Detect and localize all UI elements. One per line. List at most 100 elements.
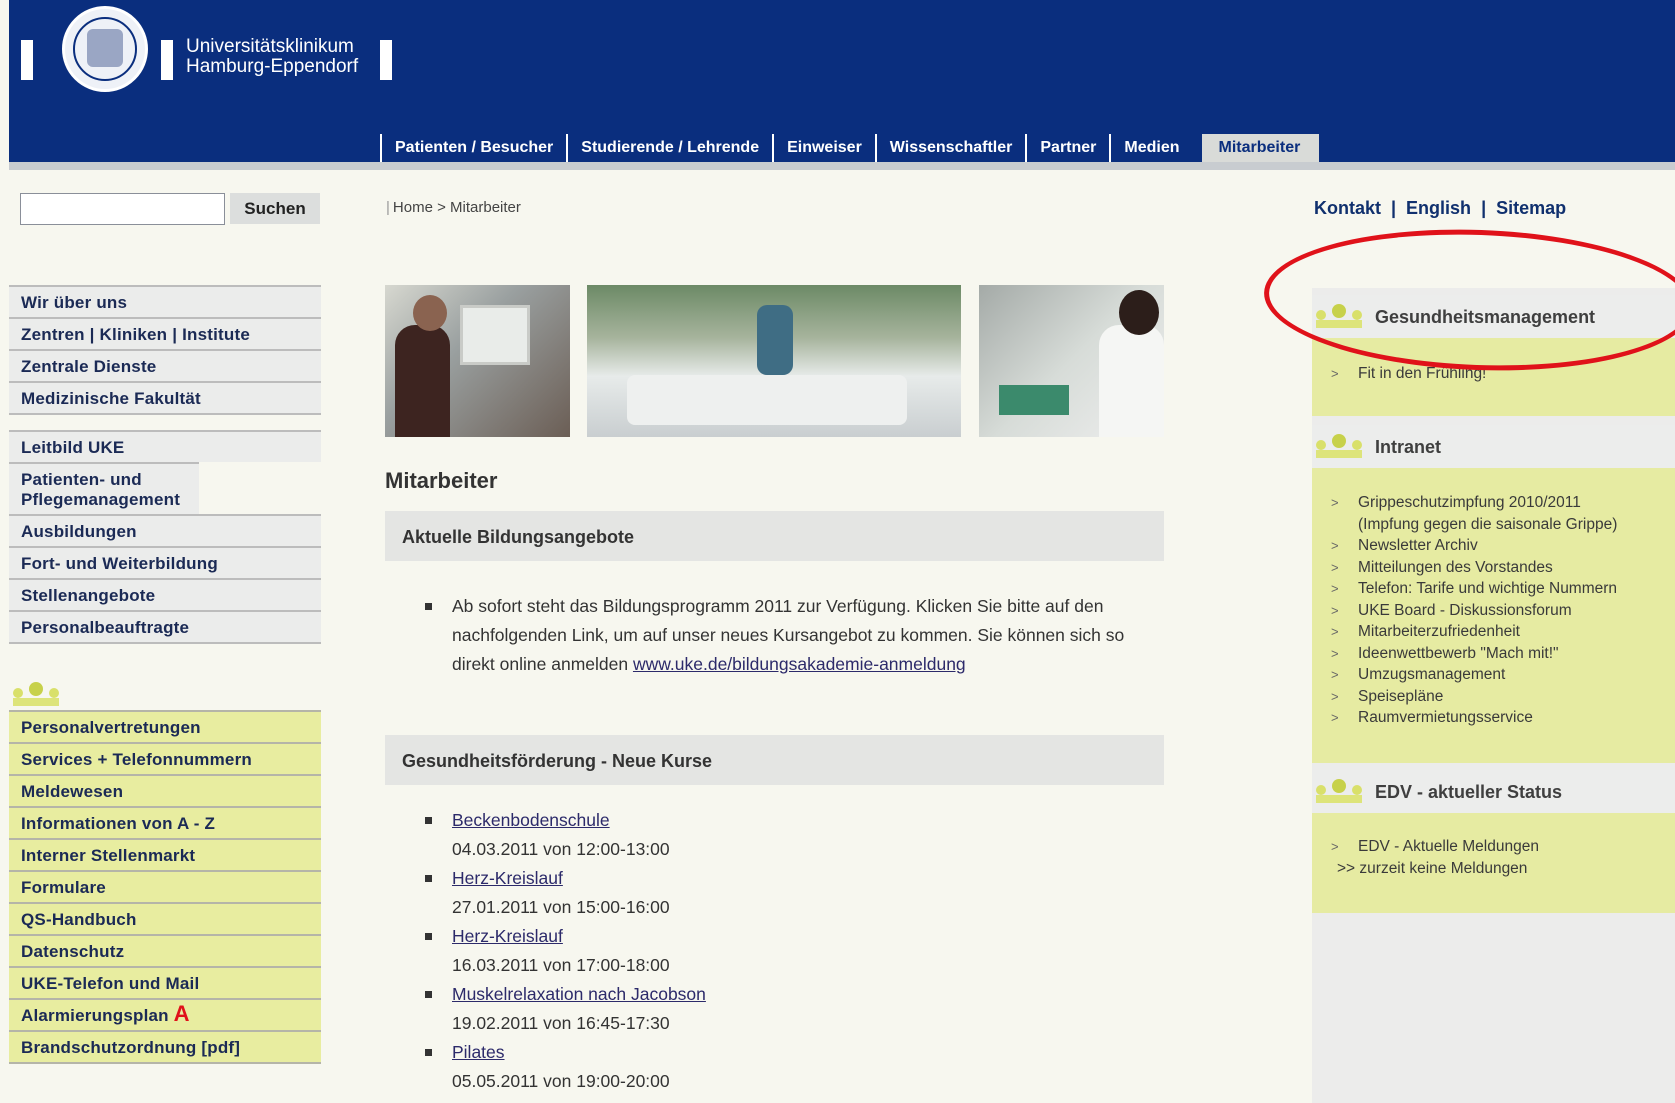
kontakt-link[interactable]: Kontakt xyxy=(1314,198,1381,218)
intranet-item-label: Telefon: Tarife und wichtige Nummern xyxy=(1358,580,1618,597)
course-item: Beckenbodenschule 04.03.2011 von 12:00-1… xyxy=(425,806,670,864)
nav-patienten[interactable]: Patienten / Besucher xyxy=(380,134,566,162)
leftnav-alarmierungsplan[interactable]: Alarmierungsplan A xyxy=(9,998,321,1030)
course-item: Herz-Kreislauf 16.03.2011 von 17:00-18:0… xyxy=(425,922,670,980)
box-intranet: Grippeschutzimpfung 2010/2011 (Impfung g… xyxy=(1312,468,1675,763)
course-link[interactable]: Beckenbodenschule xyxy=(452,810,610,830)
leftnav-wir-ueber-uns[interactable]: Wir über uns xyxy=(9,285,321,317)
course-link[interactable]: Herz-Kreislauf xyxy=(452,868,563,888)
intranet-item-label: Raumvermietungsservice xyxy=(1358,709,1533,726)
intranet-item[interactable]: Mitarbeiterzufriedenheit xyxy=(1312,621,1675,643)
nav-wissenschaftler[interactable]: Wissenschaftler xyxy=(874,134,1026,162)
people-icon xyxy=(1316,777,1362,803)
photo-office-worker xyxy=(385,285,570,437)
leftnav-qs-handbuch[interactable]: QS-Handbuch xyxy=(9,902,321,934)
util-sep: | xyxy=(1391,198,1397,218)
leftnav-datenschutz[interactable]: Datenschutz xyxy=(9,934,321,966)
nav-medien[interactable]: Medien xyxy=(1109,134,1192,162)
leftnav-zentrale-dienste[interactable]: Zentrale Dienste xyxy=(9,349,321,381)
breadcrumb: | Home > Mitarbeiter xyxy=(386,199,521,216)
course-link[interactable]: Muskelrelaxation nach Jacobson xyxy=(452,984,706,1004)
intranet-item[interactable]: Speisepläne xyxy=(1312,686,1675,708)
breadcrumb-current: Mitarbeiter xyxy=(450,199,521,216)
intranet-item[interactable]: Ideenwettbewerb "Mach mit!" xyxy=(1312,643,1675,665)
leftnav-stellenangebote[interactable]: Stellenangebote xyxy=(9,578,321,610)
leftnav-telefon-mail[interactable]: UKE-Telefon und Mail xyxy=(9,966,321,998)
leftnav-personalbeauftragte[interactable]: Personalbeauftragte xyxy=(9,610,321,644)
box-edv: EDV - Aktuelle Meldungen >> zurzeit kein… xyxy=(1312,813,1675,913)
leftnav-brandschutz[interactable]: Brandschutzordnung [pdf] xyxy=(9,1030,321,1064)
course-date: 16.03.2011 von 17:00-18:00 xyxy=(452,955,670,975)
people-icon xyxy=(13,680,59,706)
edv-note: >> zurzeit keine Meldungen xyxy=(1337,859,1528,877)
intranet-item-label: Grippeschutzimpfung 2010/2011 xyxy=(1358,494,1581,511)
box-edv-title: EDV - aktueller Status xyxy=(1312,770,1675,813)
intranet-item-label: UKE Board - Diskussionsforum xyxy=(1358,601,1572,619)
leftnav-stellenmarkt[interactable]: Interner Stellenmarkt xyxy=(9,838,321,870)
leftnav-med-fakultaet[interactable]: Medizinische Fakultät xyxy=(9,381,321,415)
box-intranet-title: Intranet xyxy=(1312,425,1675,468)
intranet-item[interactable]: Raumvermietungsservice xyxy=(1312,707,1675,729)
page: Universitätsklinikum Hamburg-Eppendorf P… xyxy=(0,0,1675,1103)
util-sep: | xyxy=(1481,198,1487,218)
nav-mitarbeiter[interactable]: Mitarbeiter xyxy=(1201,134,1320,162)
leftnav-zentren[interactable]: Zentren | Kliniken | Institute xyxy=(9,317,321,349)
bildung-link[interactable]: www.uke.de/bildungsakademie-anmeldung xyxy=(633,654,966,674)
edv-item-label: EDV - Aktuelle Meldungen xyxy=(1358,838,1539,855)
alarmierungsplan-label: Alarmierungsplan xyxy=(21,1006,169,1025)
course-date: 27.01.2011 von 15:00-16:00 xyxy=(452,897,670,917)
section-gesundheitsfoerderung: Gesundheitsförderung - Neue Kurse xyxy=(385,735,1164,785)
leftnav-meldewesen[interactable]: Meldewesen xyxy=(9,774,321,806)
sitemap-link[interactable]: Sitemap xyxy=(1496,198,1566,218)
course-item: Muskelrelaxation nach Jacobson 19.02.201… xyxy=(425,980,706,1038)
section-bildungsangebote: Aktuelle Bildungsangebote xyxy=(385,511,1164,561)
nav-studierende[interactable]: Studierende / Lehrende xyxy=(566,134,772,162)
leftnav-services[interactable]: Services + Telefonnummern xyxy=(9,742,321,774)
leftnav-fortbildung[interactable]: Fort- und Weiterbildung xyxy=(9,546,321,578)
brand-line1: Universitätsklinikum xyxy=(186,36,354,57)
intranet-item[interactable]: Grippeschutzimpfung 2010/2011 xyxy=(1312,492,1675,514)
breadcrumb-home[interactable]: Home xyxy=(393,199,433,216)
leftnav-leitbild[interactable]: Leitbild UKE xyxy=(9,430,321,462)
intranet-item[interactable]: Telefon: Tarife und wichtige Nummern xyxy=(1312,578,1675,600)
header-underline xyxy=(9,162,1675,170)
logo-bar-left xyxy=(21,40,33,80)
page-title: Mitarbeiter xyxy=(385,468,498,493)
leftnav-personalvertretungen[interactable]: Personalvertretungen xyxy=(9,710,321,742)
logo-bar-mid xyxy=(161,40,173,80)
nav-partner[interactable]: Partner xyxy=(1025,134,1109,162)
english-link[interactable]: English xyxy=(1406,198,1471,218)
intranet-item-label: Mitarbeiterzufriedenheit xyxy=(1358,623,1520,640)
course-item: Pilates 05.05.2011 von 19:00-20:00 xyxy=(425,1038,670,1096)
course-date: 19.02.2011 von 16:45-17:30 xyxy=(452,1013,670,1033)
nav-einweiser[interactable]: Einweiser xyxy=(772,134,875,162)
breadcrumb-separator: > xyxy=(437,199,446,216)
utility-links: Kontakt | English | Sitemap xyxy=(1314,198,1566,219)
breadcrumb-bar: | xyxy=(386,199,390,216)
intranet-item[interactable]: Mitteilungen des Vorstandes xyxy=(1312,557,1675,579)
intranet-item[interactable]: Newsletter Archiv xyxy=(1312,535,1675,557)
edv-item[interactable]: EDV - Aktuelle Meldungen xyxy=(1312,836,1675,858)
left-nav-group2: Leitbild UKE Patienten- und Pflegemanage… xyxy=(9,430,321,644)
intranet-item[interactable]: Umzugsmanagement xyxy=(1312,664,1675,686)
leftnav-ausbildungen[interactable]: Ausbildungen xyxy=(9,514,321,546)
intranet-item-label: Mitteilungen des Vorstandes xyxy=(1358,558,1553,576)
brand-name[interactable]: Universitätsklinikum Hamburg-Eppendorf xyxy=(186,37,358,77)
leftnav-formulare[interactable]: Formulare xyxy=(9,870,321,902)
intranet-item-sub: (Impfung gegen die saisonale Grippe) xyxy=(1358,515,1618,533)
leftnav-pflegemanagement[interactable]: Patienten- und Pflegemanagement xyxy=(9,462,199,514)
leftnav-informationen[interactable]: Informationen von A - Z xyxy=(9,806,321,838)
top-navigation: Patienten / Besucher Studierende / Lehre… xyxy=(380,134,1320,162)
search-button[interactable]: Suchen xyxy=(230,193,320,224)
intranet-item[interactable]: UKE Board - Diskussionsforum xyxy=(1312,600,1675,622)
bullet-square xyxy=(425,603,432,610)
university-seal-logo[interactable] xyxy=(62,6,148,92)
course-link[interactable]: Pilates xyxy=(452,1042,505,1062)
course-link[interactable]: Herz-Kreislauf xyxy=(452,926,563,946)
logo-bar-right xyxy=(380,40,392,80)
left-nav-group1: Wir über uns Zentren | Kliniken | Instit… xyxy=(9,285,321,415)
intranet-item-label: Newsletter Archiv xyxy=(1358,537,1478,554)
course-date: 04.03.2011 von 12:00-13:00 xyxy=(452,839,670,859)
course-date: 05.05.2011 von 19:00-20:00 xyxy=(452,1071,670,1091)
search-input[interactable] xyxy=(20,193,225,225)
